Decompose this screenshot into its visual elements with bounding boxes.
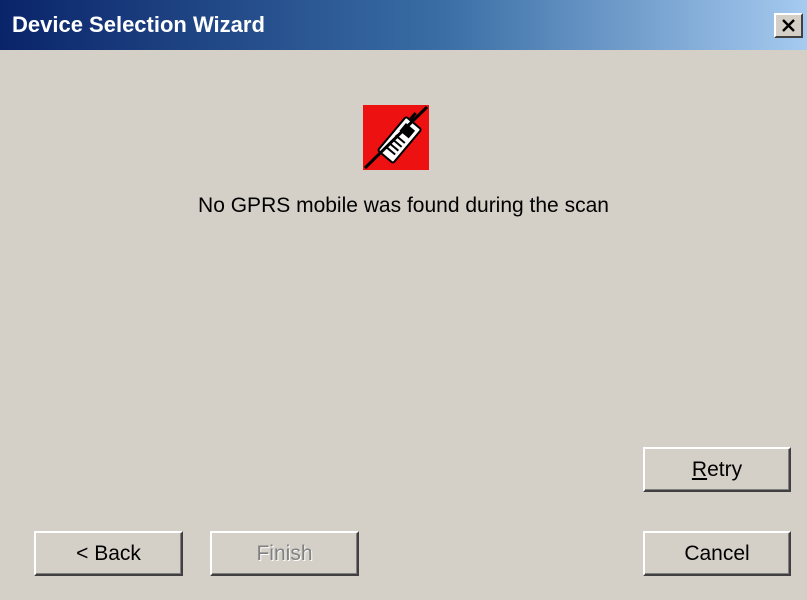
window-title: Device Selection Wizard	[12, 12, 265, 37]
finish-button: Finish	[210, 531, 359, 576]
retry-mnemonic: R	[691, 457, 708, 481]
cancel-button[interactable]: Cancel	[643, 531, 791, 576]
title-bar[interactable]: Device Selection Wizard	[0, 0, 807, 50]
retry-button[interactable]: Retry	[643, 447, 791, 492]
finish-label: Finish	[256, 541, 313, 565]
back-button[interactable]: < Back	[34, 531, 183, 576]
close-button[interactable]	[774, 13, 803, 38]
scan-result-message: No GPRS mobile was found during the scan	[198, 194, 609, 217]
close-x-icon	[782, 19, 795, 32]
device-selection-wizard-window: Device Selection Wizard No GPRS mobile w…	[0, 0, 807, 600]
retry-label: etry	[707, 457, 743, 481]
back-label: < Back	[76, 541, 141, 565]
cancel-label: Cancel	[684, 541, 750, 565]
no-mobile-device-icon	[363, 105, 429, 170]
